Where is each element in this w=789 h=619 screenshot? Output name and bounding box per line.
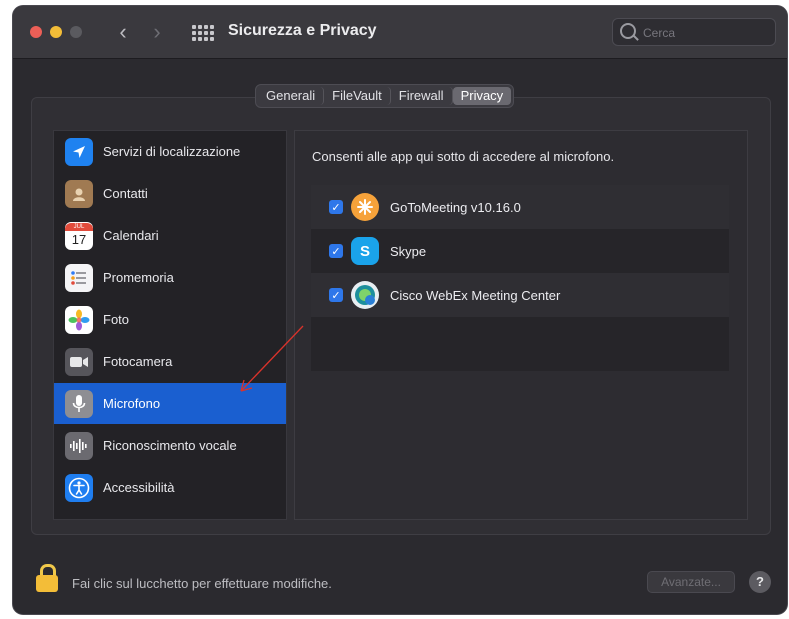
- privacy-category-sidebar: Servizi di localizzazione Contatti JUL 1…: [53, 130, 287, 520]
- accessibility-icon: [65, 473, 93, 502]
- preferences-window: ‹ › Sicurezza e Privacy Generali FileVau…: [13, 6, 787, 614]
- sidebar-item-label: Microfono: [103, 396, 161, 411]
- microphone-access-panel: Consenti alle app qui sotto di accedere …: [294, 130, 748, 520]
- sidebar-item-label: Fotocamera: [103, 354, 173, 369]
- location-arrow-icon: [65, 137, 93, 166]
- sidebar-item-calendars[interactable]: JUL 17 Calendari: [54, 215, 286, 256]
- app-row-webex[interactable]: ✓ Cisco WebEx Meeting Center: [311, 273, 729, 317]
- sidebar-item-location-services[interactable]: Servizi di localizzazione: [54, 131, 286, 172]
- camera-icon: [65, 347, 93, 376]
- reminders-icon: [65, 263, 93, 292]
- gotomeeting-checkbox[interactable]: ✓: [329, 200, 343, 214]
- help-button[interactable]: ?: [749, 571, 771, 593]
- sidebar-item-photos[interactable]: Foto: [54, 299, 286, 340]
- lock-hint-text: Fai clic sul lucchetto per effettuare mo…: [72, 576, 332, 591]
- close-window-button[interactable]: [30, 26, 42, 38]
- sidebar-item-label: Promemoria: [103, 270, 174, 285]
- gotomeeting-icon: [351, 193, 379, 221]
- app-name: GoToMeeting v10.16.0: [390, 199, 521, 215]
- content-heading: Consenti alle app qui sotto di accedere …: [312, 149, 615, 164]
- title-bar: ‹ › Sicurezza e Privacy: [13, 6, 787, 59]
- sidebar-item-contacts[interactable]: Contatti: [54, 173, 286, 214]
- app-name: Skype: [390, 243, 427, 259]
- photos-icon: [65, 305, 93, 334]
- sidebar-item-microphone[interactable]: Microfono: [54, 383, 286, 424]
- sidebar-item-label: Accessibilità: [103, 480, 175, 495]
- sidebar-item-label: Riconoscimento vocale: [103, 438, 237, 453]
- search-field[interactable]: [612, 18, 776, 46]
- microphone-icon: [65, 389, 93, 418]
- window-title: Sicurezza e Privacy: [228, 22, 377, 39]
- lock-icon[interactable]: [36, 564, 58, 592]
- advanced-button[interactable]: Avanzate...: [647, 571, 735, 593]
- skype-checkbox[interactable]: ✓: [329, 244, 343, 258]
- speech-recognition-icon: [65, 431, 93, 460]
- tab-bar: Generali FileVault Firewall Privacy: [255, 84, 515, 108]
- sidebar-item-label: Contatti: [103, 186, 148, 201]
- tab-generali[interactable]: Generali: [258, 87, 325, 105]
- app-row-gotomeeting[interactable]: ✓ GoToMeeting v10.16.0: [311, 185, 729, 229]
- sidebar-item-label: Calendari: [103, 228, 159, 243]
- tab-firewall[interactable]: Firewall: [391, 87, 453, 105]
- sidebar-item-accessibility[interactable]: Accessibilità: [54, 467, 286, 508]
- webex-icon: [351, 281, 379, 309]
- sidebar-item-camera[interactable]: Fotocamera: [54, 341, 286, 382]
- zoom-window-button[interactable]: [70, 26, 82, 38]
- calendar-icon: JUL 17: [65, 221, 93, 250]
- skype-icon: S: [351, 237, 379, 265]
- sidebar-item-speech-recognition[interactable]: Riconoscimento vocale: [54, 425, 286, 466]
- app-name: Cisco WebEx Meeting Center: [390, 287, 561, 303]
- search-icon: [620, 23, 636, 39]
- app-row-skype[interactable]: ✓ S Skype: [311, 229, 729, 273]
- contacts-icon: [65, 179, 93, 208]
- sidebar-item-reminders[interactable]: Promemoria: [54, 257, 286, 298]
- sidebar-item-label: Servizi di localizzazione: [103, 144, 241, 159]
- tab-filevault[interactable]: FileVault: [324, 87, 391, 105]
- tab-privacy[interactable]: Privacy: [452, 87, 512, 105]
- search-input[interactable]: [641, 24, 765, 42]
- webex-checkbox[interactable]: ✓: [329, 288, 343, 302]
- app-list: ✓ GoToMeeting v10.16.0 ✓ S Skype ✓ Cisco…: [311, 185, 729, 371]
- sidebar-item-label: Foto: [103, 312, 130, 327]
- minimize-window-button[interactable]: [50, 26, 62, 38]
- show-all-grid-icon[interactable]: [192, 25, 214, 41]
- forward-chevron-icon[interactable]: ›: [147, 18, 167, 46]
- back-chevron-icon[interactable]: ‹: [113, 18, 133, 46]
